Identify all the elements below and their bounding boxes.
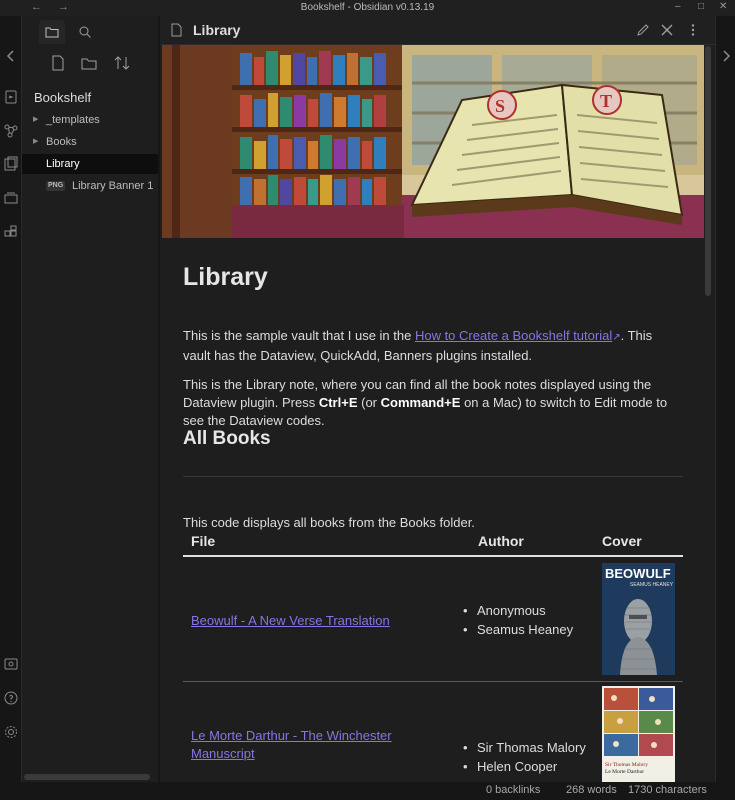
character-count: 1730 characters xyxy=(628,784,707,796)
author-list: Sir Thomas Malory Helen Cooper xyxy=(463,738,586,776)
file-explorer-sidebar: Bookshelf ▶ _templates ▶ Books Library P… xyxy=(22,16,158,782)
sort-order-icon[interactable] xyxy=(113,54,131,72)
tree-item-label: _templates xyxy=(46,114,100,126)
maximize-icon[interactable]: □ xyxy=(698,1,704,12)
slides-icon[interactable] xyxy=(3,190,19,206)
status-bar: 0 backlinks 268 words 1730 characters xyxy=(0,782,735,800)
library-text-2: (or xyxy=(357,395,381,410)
external-link-icon: ↗ xyxy=(612,332,621,343)
file-explorer-toolbar xyxy=(22,52,158,76)
author-list: Anonymous Seamus Heaney xyxy=(463,601,573,639)
cover-title: BEOWULF xyxy=(605,566,671,581)
table-row: Beowulf - A New Verse Translation Anonym… xyxy=(183,559,683,682)
tree-item-label: Library xyxy=(46,158,80,170)
all-books-description: This code displays all books from the Bo… xyxy=(183,515,475,530)
view-header: Library xyxy=(160,16,715,45)
open-vault-icon[interactable] xyxy=(3,656,19,672)
tree-item-label: Library Banner 1 xyxy=(72,180,154,192)
tree-folder-templates[interactable]: ▶ _templates xyxy=(22,110,158,130)
title-bar: ← → Bookshelf - Obsidian v0.13.19 – □ ✕ xyxy=(0,0,735,16)
expand-right-sidebar-icon[interactable] xyxy=(719,48,733,64)
book-cover-beowulf: BEOWULF SEAMUS HEANEY xyxy=(602,563,675,675)
minimize-icon[interactable]: – xyxy=(675,1,681,12)
file-type-badge: PNG xyxy=(46,181,66,191)
cover-title: Sir Thomas Malory xyxy=(605,762,648,768)
book-link-beowulf[interactable]: Beowulf - A New Verse Translation xyxy=(191,612,411,630)
shortcut-command-e: Command+E xyxy=(380,395,461,410)
intro-paragraph: This is the sample vault that I use in t… xyxy=(183,327,683,365)
document-icon xyxy=(169,23,183,37)
book-link-le-morte-darthur[interactable]: Le Morte Darthur - The Winchester Manusc… xyxy=(191,727,411,763)
sidebar-horizontal-scrollbar[interactable] xyxy=(24,774,150,780)
settings-gear-icon[interactable] xyxy=(3,724,19,740)
close-pane-icon[interactable] xyxy=(660,23,674,37)
close-window-icon[interactable]: ✕ xyxy=(719,1,727,12)
column-header-author[interactable]: Author xyxy=(478,533,524,549)
column-header-cover[interactable]: Cover xyxy=(602,533,642,549)
help-icon[interactable] xyxy=(3,690,19,706)
author-item: Anonymous xyxy=(463,601,573,620)
expand-arrow-icon[interactable]: ▶ xyxy=(33,110,38,130)
table-row: Le Morte Darthur - The Winchester Manusc… xyxy=(183,683,683,782)
tree-folder-books[interactable]: ▶ Books xyxy=(22,132,158,152)
new-note-icon[interactable] xyxy=(49,54,67,72)
vault-name[interactable]: Bookshelf xyxy=(34,90,91,105)
templates-icon[interactable] xyxy=(3,156,19,172)
shortcut-ctrl-e: Ctrl+E xyxy=(318,395,358,410)
graph-view-icon[interactable] xyxy=(3,123,19,139)
intro-text-before: This is the sample vault that I use in t… xyxy=(183,328,415,343)
note-heading: Library xyxy=(183,263,268,291)
book-cover-le-morte-darthur: Sir Thomas Malory Le Morte Darthur xyxy=(602,686,675,782)
expand-arrow-icon[interactable]: ▶ xyxy=(33,132,38,152)
author-item: Sir Thomas Malory xyxy=(463,738,586,757)
library-banner-image: S T xyxy=(162,45,704,238)
tab-search[interactable] xyxy=(72,20,98,44)
tree-file-library[interactable]: Library xyxy=(22,154,158,174)
new-folder-icon[interactable] xyxy=(80,54,98,72)
plugins-icon[interactable] xyxy=(3,224,19,240)
cover-subtitle: Le Morte Darthur xyxy=(605,769,644,775)
section-heading-all-books: All Books xyxy=(183,428,271,449)
library-paragraph: This is the Library note, where you can … xyxy=(183,376,683,430)
svg-text:T: T xyxy=(600,91,612,111)
cover-subtitle: SEAMUS HEANEY xyxy=(630,582,674,588)
author-item: Helen Cooper xyxy=(463,757,586,776)
sidebar-tabs xyxy=(22,16,158,44)
word-count: 268 words xyxy=(566,784,617,796)
left-ribbon xyxy=(0,16,22,782)
tree-item-label: Books xyxy=(46,136,77,148)
collapse-sidebar-icon[interactable] xyxy=(3,48,19,64)
edit-pencil-icon[interactable] xyxy=(636,23,650,37)
window-title: Bookshelf - Obsidian v0.13.19 xyxy=(300,2,435,13)
view-title[interactable]: Library xyxy=(193,22,240,38)
tree-file-library-banner[interactable]: PNG Library Banner 1 xyxy=(22,176,158,196)
divider xyxy=(183,476,683,477)
books-table-header: File Author Cover xyxy=(183,533,683,557)
tab-file-explorer[interactable] xyxy=(39,20,65,44)
backlinks-count[interactable]: 0 backlinks xyxy=(486,784,540,796)
svg-text:S: S xyxy=(495,96,505,116)
tutorial-link[interactable]: How to Create a Bookshelf tutorial xyxy=(415,328,612,343)
right-ribbon xyxy=(715,16,735,782)
main-vertical-scrollbar[interactable] xyxy=(705,46,711,296)
more-options-icon[interactable] xyxy=(686,23,700,37)
author-item: Seamus Heaney xyxy=(463,620,573,639)
main-view-pane: Library S T Library This is the sample v… xyxy=(160,16,715,782)
open-quick-switcher-icon[interactable] xyxy=(3,89,19,105)
column-header-file[interactable]: File xyxy=(191,533,215,549)
